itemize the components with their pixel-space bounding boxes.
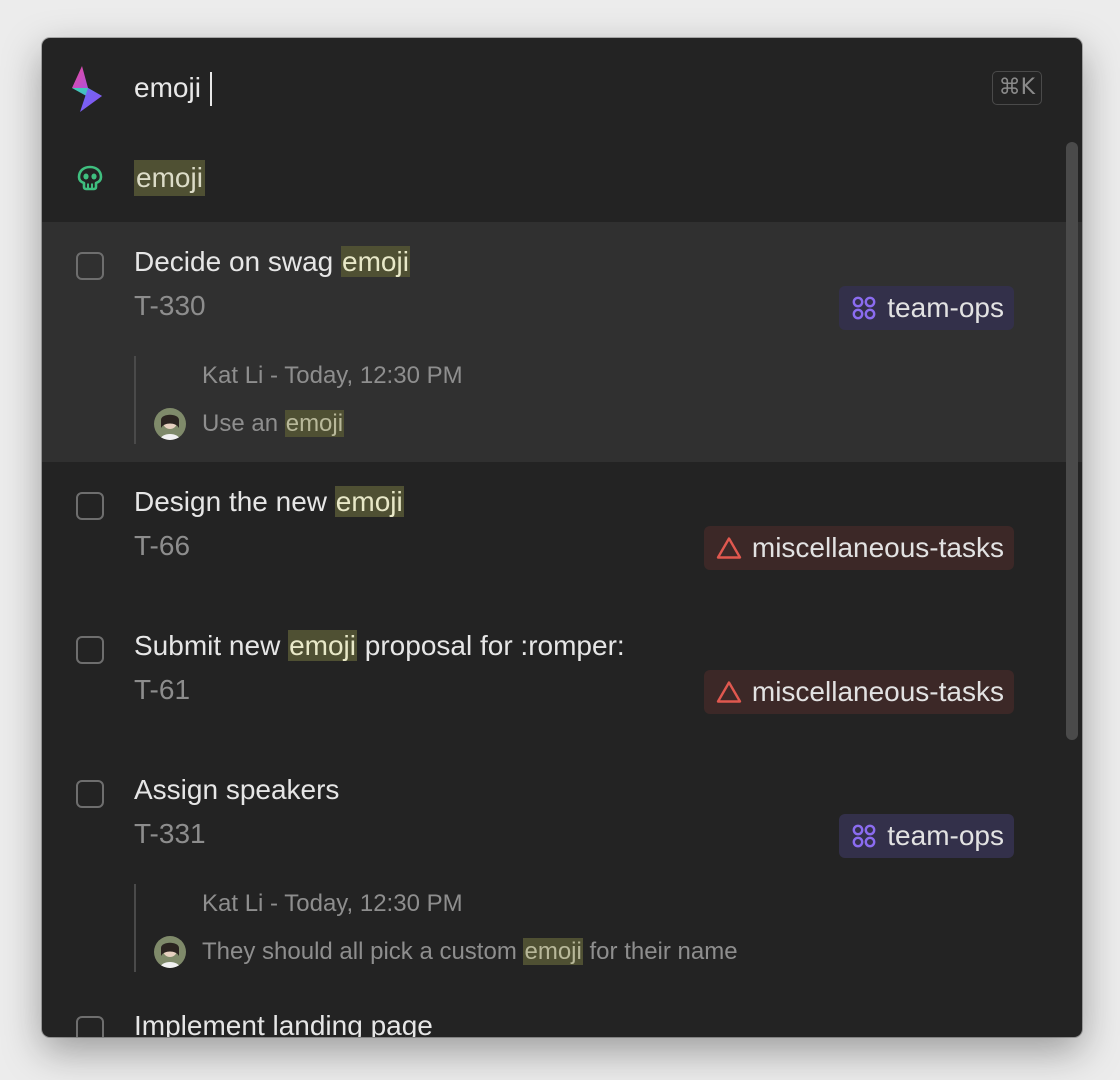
- issue-title-match: emoji: [288, 630, 357, 661]
- shortcut-badge: ⌘K: [991, 71, 1042, 105]
- issue-title-text: Decide on swag: [134, 246, 342, 277]
- emoji-result[interactable]: emoji: [42, 134, 1082, 222]
- issue-title-match: emoji: [341, 246, 410, 277]
- project-tag-label: team-ops: [887, 820, 1004, 851]
- search-input[interactable]: [134, 68, 834, 108]
- issue-checkbox[interactable]: [76, 636, 104, 664]
- team-grid-icon: [852, 296, 876, 320]
- comment-text-after: for their name: [582, 938, 738, 965]
- issue-row[interactable]: Submit new emoji proposal for :romper: T…: [42, 606, 1082, 750]
- issue-title: Assign speakers: [134, 772, 339, 808]
- avatar: [154, 936, 186, 968]
- issue-title-match: emoji: [334, 486, 404, 517]
- issue-title-text: Assign speakers: [134, 774, 340, 805]
- comment-body: They should all pick a custom emoji for …: [202, 936, 738, 968]
- issue-row[interactable]: Decide on swag emoji T-330 team-ops Kat …: [42, 222, 1082, 462]
- project-tag[interactable]: team-ops: [839, 286, 1014, 330]
- comment-match: emoji: [284, 410, 345, 437]
- comment-text: Use an: [202, 410, 285, 437]
- command-palette: ⌘K emoji Decide on swag emoji T-330: [42, 38, 1082, 1037]
- alien-emoji-icon: [77, 165, 103, 191]
- project-tag-label: miscellaneous-tasks: [751, 532, 1004, 563]
- issue-id: T-61: [134, 674, 191, 705]
- issue-row[interactable]: Assign speakers T-331 team-ops Kat Li - …: [42, 750, 1082, 990]
- team-grid-icon: [852, 824, 876, 848]
- issue-title-text: Submit new: [134, 630, 289, 661]
- triangle-warning-icon: [716, 681, 742, 703]
- screen: ⌘K emoji Decide on swag emoji T-330: [0, 0, 1120, 1080]
- issue-checkbox[interactable]: [76, 780, 104, 808]
- comment-body: Use an emoji: [202, 408, 345, 440]
- issue-id: T-331: [134, 818, 206, 849]
- issue-checkbox[interactable]: [76, 252, 104, 280]
- issue-row[interactable]: Design the new emoji T-66 miscellaneous-…: [42, 462, 1082, 606]
- emoji-result-label: emoji: [134, 160, 205, 196]
- issue-title: Decide on swag emoji: [134, 244, 410, 280]
- comment-match: emoji: [523, 938, 583, 965]
- issue-checkbox[interactable]: [76, 492, 104, 520]
- issue-title: Design the new emoji: [134, 484, 404, 520]
- issue-title: Implement landing page: [134, 1010, 433, 1037]
- issue-title-text: Design the new: [134, 486, 335, 517]
- issue-checkbox[interactable]: [76, 1016, 104, 1037]
- results-list: emoji Decide on swag emoji T-330 team-op…: [42, 134, 1082, 1037]
- triangle-warning-icon: [716, 537, 742, 559]
- project-tag[interactable]: miscellaneous-tasks: [703, 526, 1014, 570]
- issue-row[interactable]: Implement landing page: [42, 990, 1082, 1037]
- project-tag[interactable]: miscellaneous-tasks: [703, 670, 1014, 714]
- search-bar: ⌘K: [42, 38, 1082, 134]
- scrollbar-thumb[interactable]: [1066, 142, 1078, 740]
- text-caret: [210, 72, 212, 106]
- issue-title-text-after: proposal for :romper:: [357, 630, 625, 661]
- comment-snippet: Kat Li - Today, 12:30 PM Use an emoji: [134, 356, 834, 444]
- comment-meta: Kat Li - Today, 12:30 PM: [202, 362, 463, 389]
- project-tag-label: team-ops: [887, 292, 1004, 323]
- app-logo-icon: [72, 66, 102, 112]
- issue-title: Submit new emoji proposal for :romper:: [134, 628, 625, 664]
- issue-id: T-330: [134, 290, 206, 321]
- comment-text: They should all pick a custom: [202, 938, 524, 965]
- project-tag[interactable]: team-ops: [839, 814, 1014, 858]
- comment-meta: Kat Li - Today, 12:30 PM: [202, 890, 463, 917]
- issue-id: T-66: [134, 530, 191, 561]
- comment-snippet: Kat Li - Today, 12:30 PM They should all…: [134, 884, 834, 972]
- project-tag-label: miscellaneous-tasks: [751, 676, 1004, 707]
- avatar: [154, 408, 186, 440]
